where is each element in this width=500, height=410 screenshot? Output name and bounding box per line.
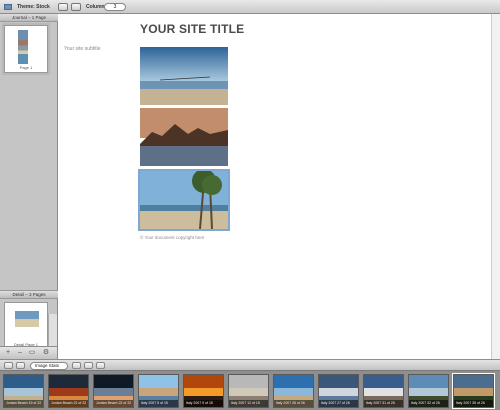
page-options-icon[interactable]: ▭ xyxy=(28,349,36,357)
filmstrip-thumbnail[interactable]: Italy 2007 35 of 26 xyxy=(452,373,495,409)
sidebar-controls: + – ▭ ⚙ xyxy=(0,346,58,359)
top-toolbar: Theme: Stock Columns: 3 xyxy=(0,0,500,14)
beach-photo[interactable] xyxy=(140,47,228,105)
palm-image xyxy=(140,169,228,230)
journal-page-thumbnail[interactable]: Page 1 xyxy=(2,23,50,75)
detail-page-image xyxy=(15,311,39,327)
palm-photo[interactable] xyxy=(138,169,230,231)
filmstrip-label: Italy 2007 12 of 15 xyxy=(229,400,268,407)
filter-icon[interactable] xyxy=(84,362,93,369)
filmstrip-label: Italy 2007 9 of 15 xyxy=(184,400,223,407)
filmstrip-label: Italy 2007 35 of 26 xyxy=(454,400,493,407)
journal-page-image xyxy=(18,30,28,64)
filmstrip-thumbnail[interactable]: Italy 2007 26 of 26 xyxy=(273,374,314,408)
filmstrip-label: Italy 2007 31 of 26 xyxy=(364,400,403,407)
filmstrip-thumbnail[interactable]: Jordan Beach 19 of 22 xyxy=(3,374,44,408)
filmstrip-thumbnail[interactable]: Italy 2007 27 of 26 xyxy=(318,374,359,408)
filmstrip-label: Italy 2007 32 of 26 xyxy=(409,400,448,407)
filmstrip-thumbnail[interactable]: Jordan Beach 22 of 22 xyxy=(93,374,134,408)
filmstrip-thumbnail[interactable]: Jordan Beach 21 of 22 xyxy=(48,374,89,408)
layout-icon[interactable] xyxy=(71,3,81,11)
filmstrip-label: Jordan Beach 22 of 22 xyxy=(94,400,133,407)
filmstrip-thumbnail[interactable]: Italy 2007 31 of 26 xyxy=(363,374,404,408)
filmstrip-thumbnail[interactable]: Italy 2007 5 of 15 xyxy=(138,374,179,408)
site-title[interactable]: YOUR SITE TITLE xyxy=(140,22,244,36)
view-select[interactable]: Image Stats xyxy=(30,362,68,370)
detail-header: Detail – 3 Pages xyxy=(0,291,58,299)
filmstrip-label: Jordan Beach 19 of 22 xyxy=(4,400,43,407)
filmstrip-thumbnail[interactable]: Italy 2007 32 of 26 xyxy=(408,374,449,408)
filmstrip-label: Italy 2007 27 of 26 xyxy=(319,400,358,407)
web-page-canvas: YOUR SITE TITLE Your site subtitle © You… xyxy=(58,14,500,359)
gear-icon[interactable]: ⚙ xyxy=(42,349,50,357)
canvas-scrollbar[interactable] xyxy=(491,14,500,359)
list-view-icon[interactable] xyxy=(16,362,25,369)
columns-stepper[interactable]: 3 xyxy=(104,3,126,11)
journal-page-label: Page 1 xyxy=(19,65,33,70)
filmstrip: Jordan Beach 19 of 22 Jordan Beach 21 of … xyxy=(0,371,500,410)
theme-label[interactable]: Theme: Stock xyxy=(17,4,50,10)
page-view-icon[interactable] xyxy=(58,3,68,11)
theme-icon xyxy=(4,4,12,10)
detail-page-thumbnail[interactable]: Detail Page 1 xyxy=(4,302,48,350)
plus-icon[interactable] xyxy=(72,362,81,369)
journal-header: Journal – 1 Page xyxy=(0,14,58,22)
page-sidebar: Journal – 1 Page Page 1 Detail – 3 Pages… xyxy=(0,14,58,356)
browser-toolbar: Image Stats xyxy=(0,359,500,371)
mountain-image xyxy=(140,108,228,166)
filmstrip-label: Italy 2007 5 of 15 xyxy=(139,400,178,407)
remove-page-icon[interactable]: – xyxy=(16,349,24,357)
grid-view-icon[interactable] xyxy=(4,362,13,369)
filmstrip-label: Jordan Beach 21 of 22 xyxy=(49,400,88,407)
beach-image xyxy=(140,47,228,105)
filmstrip-thumbnail[interactable]: Italy 2007 9 of 15 xyxy=(183,374,224,408)
filmstrip-thumbnail[interactable]: Italy 2007 12 of 15 xyxy=(228,374,269,408)
copyright-text[interactable]: © Your document copyright here xyxy=(140,235,204,240)
site-subtitle[interactable]: Your site subtitle xyxy=(64,46,101,52)
add-page-icon[interactable]: + xyxy=(4,349,12,357)
lock-icon[interactable] xyxy=(96,362,105,369)
mountain-photo[interactable] xyxy=(140,108,228,166)
filmstrip-label: Italy 2007 26 of 26 xyxy=(274,400,313,407)
